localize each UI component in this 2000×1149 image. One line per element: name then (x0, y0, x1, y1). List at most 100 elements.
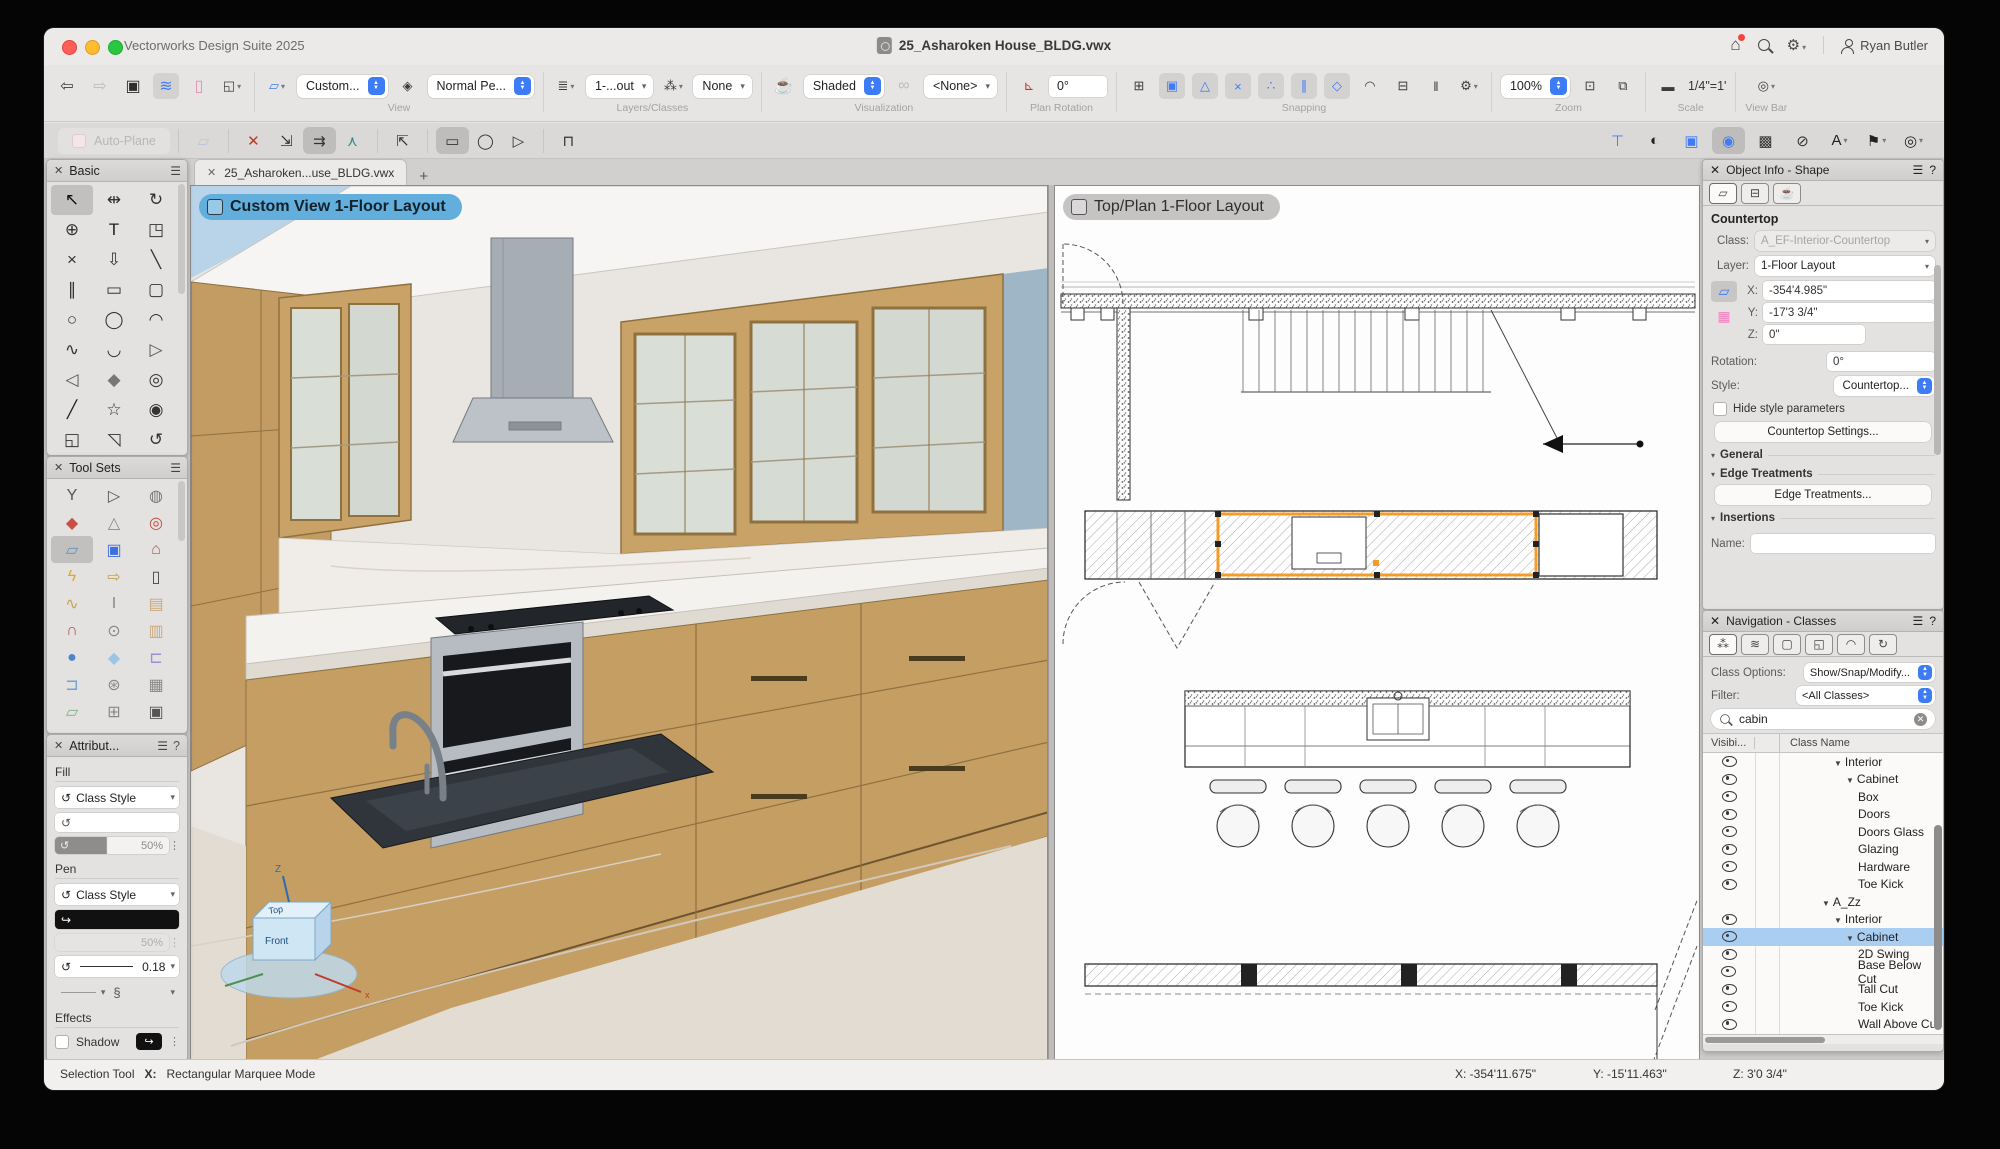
viewport-plan[interactable]: Top/Plan 1-Floor Layout (1054, 185, 1700, 1060)
visibility-eye-icon[interactable] (1722, 809, 1737, 820)
fill-color-swatch[interactable]: ↺ (55, 813, 179, 832)
solids-toolset[interactable]: ◆ (51, 509, 93, 536)
object-info-header[interactable]: ✕ Object Info - Shape ☰ ? (1703, 160, 1943, 181)
visibility-eye-icon[interactable] (1722, 931, 1737, 942)
back-button[interactable]: ⇦ (54, 73, 80, 99)
class-row-wall-above-cut[interactable]: Wall Above Cut (1703, 1016, 1943, 1034)
object-snap-toggle[interactable]: ▣ (1159, 73, 1185, 99)
multiple-object-interactive-mode[interactable]: ⇉ (303, 127, 336, 154)
active-class-dropdown[interactable]: None▾ (693, 75, 751, 98)
close-tab-icon[interactable]: ✕ (207, 166, 216, 179)
snapping-settings-button[interactable]: ⚙▾ (1456, 73, 1482, 99)
class-row-interior[interactable]: ▼Interior (1703, 911, 1943, 929)
image-effects-button[interactable]: ▩ (1749, 127, 1782, 154)
camera-toolset[interactable]: ▣ (135, 698, 177, 725)
design-layers-tab[interactable]: ≋ (1741, 634, 1769, 655)
pause-snapping-button[interactable]: ‖ (1423, 73, 1449, 99)
electrical-toolset[interactable]: ϟ (51, 563, 93, 590)
rectangle-tool[interactable]: ▭ (93, 275, 135, 305)
building-shell-toolset[interactable]: ⌂ (135, 536, 177, 563)
move-by-points-tool[interactable]: ◱ (51, 425, 93, 455)
class-options-dropdown[interactable]: Show/Snap/Modify...▲▼ (1804, 663, 1935, 682)
site-design-toolset[interactable]: ▱ (51, 698, 93, 725)
delete-tool[interactable]: × (51, 245, 93, 275)
minimize-window-button[interactable] (85, 40, 100, 55)
publish-monitor-button[interactable]: ▣ (120, 73, 146, 99)
class-nav-icon[interactable]: ⁂▾ (660, 73, 686, 99)
3d-dragging-mode[interactable]: ⋏ (336, 127, 369, 154)
shadow-style-button[interactable]: ↪ (136, 1033, 162, 1050)
insertions-section[interactable]: ▾Insertions (1711, 512, 1935, 524)
polygon-marquee-mode[interactable]: ▷ (502, 127, 535, 154)
class-row-cabinet[interactable]: ▼Cabinet (1703, 928, 1943, 946)
plan-rotation-field[interactable]: 0° (1049, 76, 1107, 97)
grid-snap-toggle[interactable]: ⊞ (1126, 73, 1152, 99)
connector-toolset[interactable]: ⊞ (93, 698, 135, 725)
visibility-eye-icon[interactable] (1722, 826, 1737, 837)
saved-views-tab[interactable]: ◠ (1837, 634, 1865, 655)
export-sheet-button[interactable]: ◱▾ (219, 73, 245, 99)
regular-polygon-tool[interactable]: ◆ (93, 365, 135, 395)
structural-steel-toolset[interactable]: I (93, 590, 135, 617)
shadow-checkbox[interactable] (55, 1035, 69, 1049)
class-dropdown[interactable]: A_EF-Interior-Countertop▾ (1755, 231, 1935, 251)
circle-tool[interactable]: ○ (51, 305, 93, 335)
object-name-field[interactable] (1751, 534, 1935, 553)
arc-mode-button[interactable]: ◠ (1357, 73, 1383, 99)
saved-views-icon[interactable]: ▱▾ (264, 73, 290, 99)
render-teapot-icon[interactable]: ☕ (771, 73, 797, 99)
eyedropper-tool[interactable]: ╱ (51, 395, 93, 425)
empty-column-header[interactable] (1755, 734, 1780, 752)
references-tab[interactable]: ↻ (1869, 634, 1897, 655)
tangent-snap-toggle[interactable]: ◇ (1324, 73, 1350, 99)
smart-edge-snap-toggle[interactable]: ∥ (1291, 73, 1317, 99)
lasso-marquee-mode[interactable]: ◯ (469, 127, 502, 154)
close-window-button[interactable] (62, 40, 77, 55)
edge-treatments-button[interactable]: Edge Treatments... (1715, 485, 1931, 505)
classes-tab[interactable]: ⁂ (1709, 634, 1737, 655)
close-palette-icon[interactable]: ✕ (54, 461, 63, 474)
data-visualization-dropdown[interactable]: <None>▾ (924, 75, 997, 98)
fit-to-objects-icon[interactable]: ⊡ (1577, 73, 1603, 99)
cable-toolset[interactable]: ∿ (51, 590, 93, 617)
pen-opacity-bar[interactable]: 50% (55, 934, 169, 951)
visibility-eye-icon[interactable] (1722, 879, 1737, 890)
rotate-tool[interactable]: ↺ (135, 425, 177, 455)
unrestricted-interactive-mode[interactable]: ✕ (237, 127, 270, 154)
spiral-tool[interactable]: ◎ (135, 365, 177, 395)
single-object-interactive-mode[interactable]: ⇲ (270, 127, 303, 154)
attribute-wand-tool[interactable]: ☆ (93, 395, 135, 425)
zoom-tool[interactable]: ⊕ (51, 215, 93, 245)
fill-opacity-menu-icon[interactable]: ⋮ (169, 839, 179, 852)
selection-tool[interactable]: ↖ (51, 185, 93, 215)
rectangular-marquee-mode[interactable]: ▭ (436, 127, 469, 154)
expand-triangle-icon[interactable]: ▼ (1822, 899, 1830, 908)
shape-tab[interactable]: ▱ (1709, 183, 1737, 204)
visibility-eye-icon[interactable] (1722, 914, 1737, 925)
line-weight-dropdown[interactable]: ↺0.18▾ (55, 956, 179, 977)
arc-tool[interactable]: ◠ (135, 305, 177, 335)
render-mode-dropdown[interactable]: Shaded▲▼ (804, 75, 884, 98)
expand-triangle-icon[interactable]: ▼ (1846, 776, 1854, 785)
visibility-eye-icon[interactable] (1722, 756, 1737, 767)
2d-polygon-toolset[interactable]: ▷ (93, 482, 135, 509)
basic-palette-scrollbar[interactable] (178, 184, 185, 294)
close-palette-icon[interactable]: ✕ (54, 164, 63, 177)
close-panel-icon[interactable]: ✕ (1710, 163, 1720, 177)
interactive-scaling-mode[interactable]: ⇱ (386, 127, 419, 154)
class-row-box[interactable]: Box (1703, 788, 1943, 806)
tool-sets-palette-scrollbar[interactable] (178, 481, 185, 541)
framing-toolset[interactable]: ▤ (135, 590, 177, 617)
quick-preferences-button[interactable]: ◎▾ (1897, 127, 1930, 154)
palette-menu-icon[interactable]: ☰ (170, 164, 180, 178)
general-section[interactable]: ▾General (1711, 449, 1935, 461)
expand-triangle-icon[interactable]: ▼ (1834, 759, 1842, 768)
3d-modeling-toolset[interactable]: Y (51, 482, 93, 509)
visibility-eye-icon[interactable] (1722, 774, 1737, 785)
line-tool[interactable]: ╲ (135, 245, 177, 275)
expand-triangle-icon[interactable]: ▼ (1834, 916, 1842, 925)
double-line-tool[interactable]: ∥ (51, 275, 93, 305)
marker-style-dropdown[interactable]: ▾ (125, 982, 179, 1003)
document-tab[interactable]: ✕ 25_Asharoken...use_BLDG.vwx (194, 159, 407, 185)
palette-menu-icon[interactable]: ☰ (157, 739, 167, 753)
